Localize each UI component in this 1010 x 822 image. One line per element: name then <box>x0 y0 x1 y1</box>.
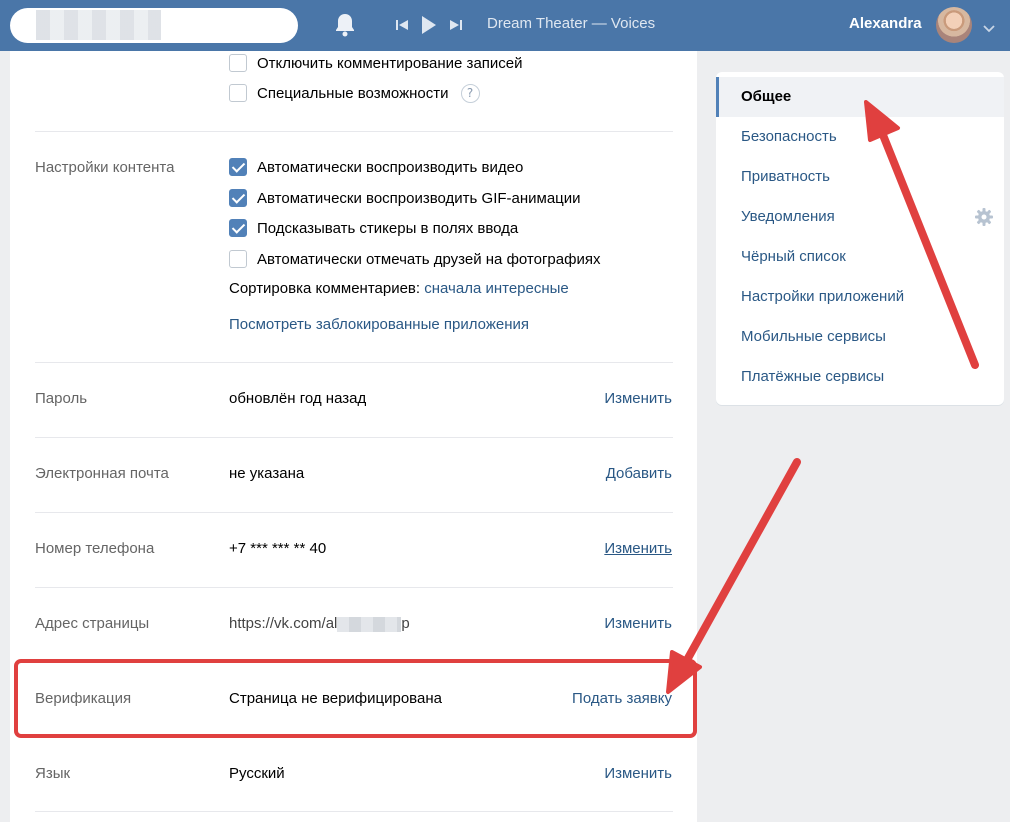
address-label: Адрес страницы <box>35 615 150 632</box>
address-change-link[interactable]: Изменить <box>604 615 672 632</box>
phone-change-link[interactable]: Изменить <box>604 540 672 557</box>
email-value: не указана <box>229 465 305 482</box>
checkbox-label: Автоматически воспроизводить видео <box>257 158 524 176</box>
bell-icon[interactable] <box>333 12 357 38</box>
menu-item-notifications[interactable]: Уведомления <box>716 197 1004 237</box>
password-change-link[interactable]: Изменить <box>604 390 672 407</box>
user-name[interactable]: Alexandra <box>849 15 922 32</box>
phone-value: +7 *** *** ** 40 <box>229 540 327 557</box>
blocked-apps-link[interactable]: Посмотреть заблокированные приложения <box>229 316 529 333</box>
track-title[interactable]: Dream Theater — Voices <box>487 15 655 32</box>
checkbox[interactable] <box>229 219 247 237</box>
address-value: https://vk.com/al p <box>229 615 410 632</box>
checkbox-label: Подсказывать стикеры в полях ввода <box>257 219 519 237</box>
checkbox-autoplay-video[interactable]: Автоматически воспроизводить видео <box>229 157 523 177</box>
menu-item-payment-services[interactable]: Платёжные сервисы <box>716 357 1004 397</box>
blurred-username <box>337 616 402 632</box>
language-value: Русский <box>229 765 285 782</box>
address-suffix: p <box>401 615 410 632</box>
gear-icon[interactable] <box>974 207 994 231</box>
language-change-link[interactable]: Изменить <box>604 765 672 782</box>
divider <box>35 512 673 513</box>
menu-item-security[interactable]: Безопасность <box>716 117 1004 157</box>
menu-item-app-settings[interactable]: Настройки приложений <box>716 277 1004 317</box>
language-label: Язык <box>35 765 71 782</box>
divider <box>35 131 673 132</box>
settings-menu: Общее Безопасность Приватность Уведомлен… <box>716 72 1004 405</box>
divider <box>35 362 673 363</box>
blurred-search-text <box>36 10 161 40</box>
top-bar: Dream Theater — Voices Alexandra <box>0 0 1010 51</box>
checkbox-label: Автоматически отмечать друзей на фотогра… <box>257 250 601 268</box>
next-track-icon[interactable] <box>449 18 463 32</box>
checkbox[interactable] <box>229 250 247 268</box>
menu-item-blacklist[interactable]: Чёрный список <box>716 237 1004 277</box>
checkbox-suggest-stickers[interactable]: Подсказывать стикеры в полях ввода <box>229 218 518 238</box>
checkbox-autoplay-gif[interactable]: Автоматически воспроизводить GIF-анимаци… <box>229 188 581 208</box>
phone-label: Номер телефона <box>35 540 155 557</box>
password-label: Пароль <box>35 390 88 407</box>
chevron-down-icon[interactable] <box>983 18 995 37</box>
comment-sort-link[interactable]: сначала интересные <box>424 280 569 297</box>
email-add-link[interactable]: Добавить <box>606 465 672 482</box>
checkbox[interactable] <box>229 189 247 207</box>
avatar[interactable] <box>936 7 972 43</box>
divider <box>35 437 673 438</box>
checkbox-label: Отключить комментирование записей <box>257 54 523 72</box>
checkbox-disable-comments[interactable]: Отключить комментирование записей <box>229 53 523 73</box>
content-settings-label: Настройки контента <box>35 159 175 176</box>
prev-track-icon[interactable] <box>395 18 409 32</box>
search-input[interactable] <box>10 8 298 43</box>
checkbox-label: Автоматически воспроизводить GIF-анимаци… <box>257 189 581 207</box>
divider <box>35 587 673 588</box>
comment-sort-label: Сортировка комментариев: <box>229 280 421 297</box>
email-label: Электронная почта <box>35 465 169 482</box>
menu-item-mobile-services[interactable]: Мобильные сервисы <box>716 317 1004 357</box>
checkbox[interactable] <box>229 54 247 72</box>
menu-item-privacy[interactable]: Приватность <box>716 157 1004 197</box>
play-icon[interactable] <box>421 15 437 35</box>
checkbox-accessibility[interactable]: Специальные возможности ? <box>229 83 480 103</box>
checkbox[interactable] <box>229 158 247 176</box>
audio-player <box>395 14 463 36</box>
comment-sort-setting: Сортировка комментариев: сначала интерес… <box>229 280 569 297</box>
help-icon[interactable]: ? <box>460 83 480 103</box>
verification-highlight-box <box>14 659 697 738</box>
checkbox-label: Специальные возможности <box>257 84 449 102</box>
password-value: обновлён год назад <box>229 390 367 407</box>
checkbox-auto-tag-friends[interactable]: Автоматически отмечать друзей на фотогра… <box>229 249 600 269</box>
divider <box>35 811 673 812</box>
menu-item-general[interactable]: Общее <box>716 77 1004 117</box>
checkbox[interactable] <box>229 84 247 102</box>
address-prefix: https://vk.com/al <box>229 615 338 632</box>
